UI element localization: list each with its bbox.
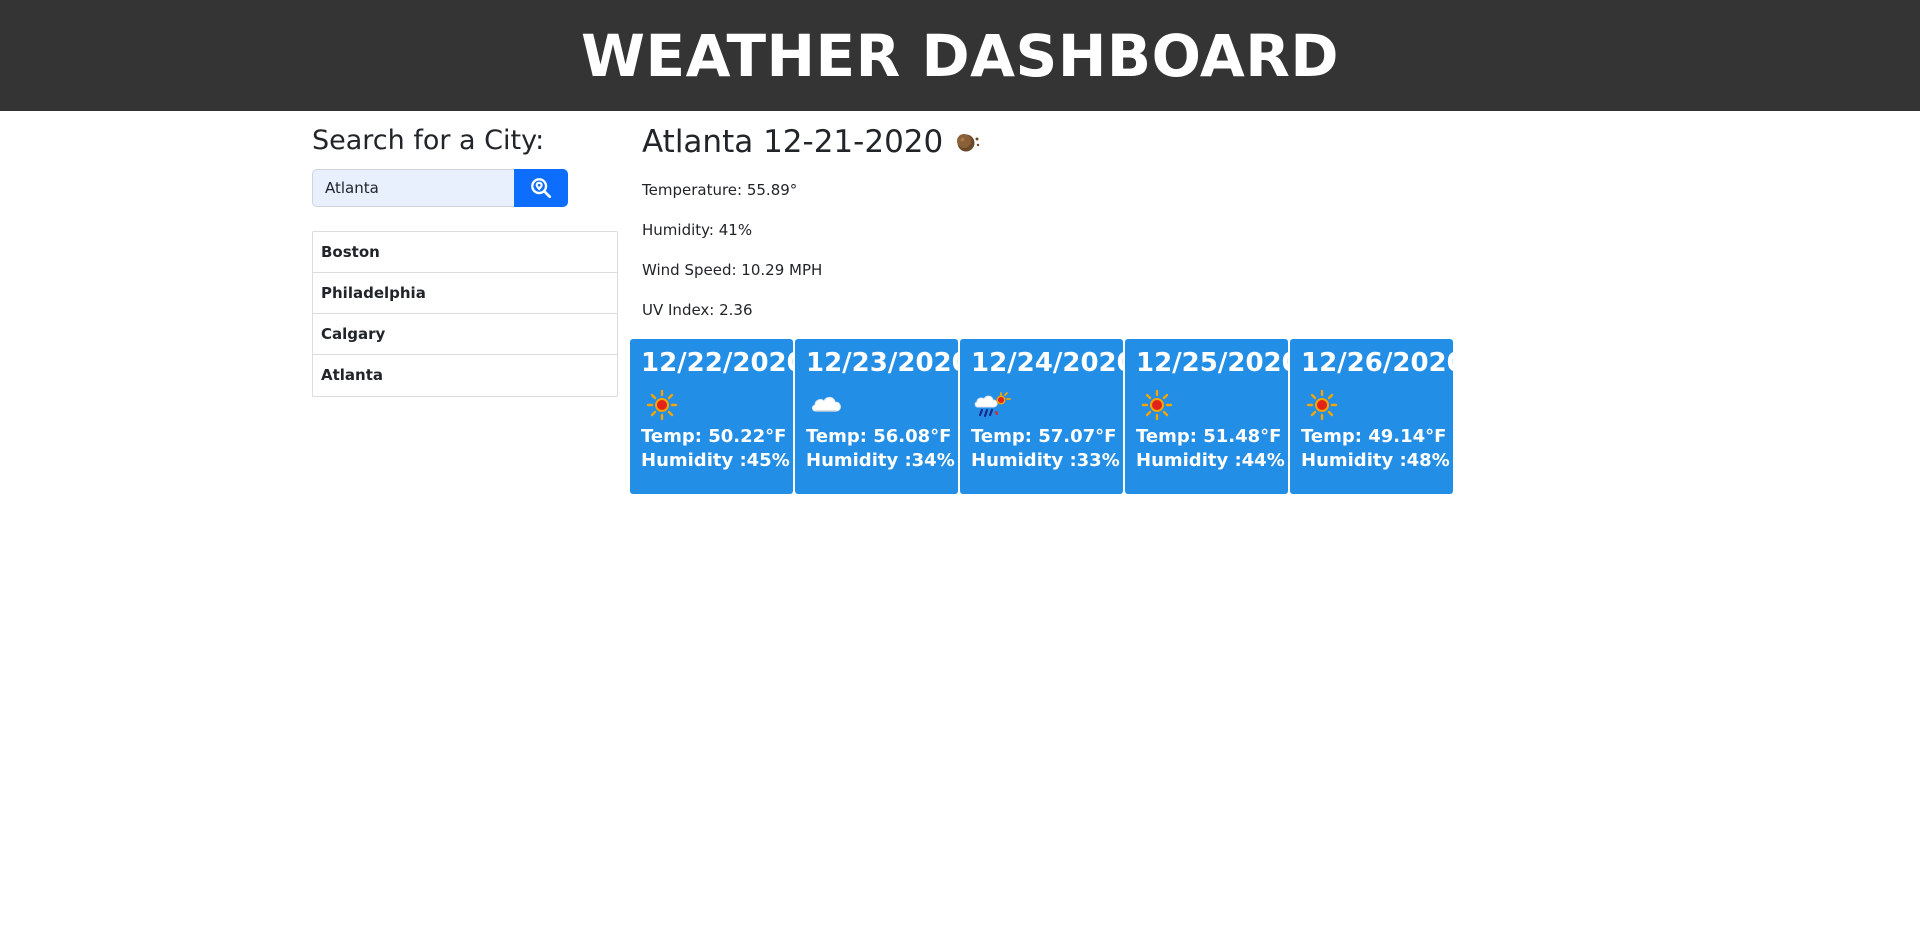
sun-icon	[1306, 389, 1338, 421]
current-weather-title: Atlanta 12-21-2020	[642, 121, 985, 163]
search-form	[312, 169, 568, 207]
city-date-heading: Atlanta 12-21-2020	[642, 124, 944, 160]
search-history-list: Boston Philadelphia Calgary Atlanta	[312, 231, 618, 397]
page-title: WEATHER DASHBOARD	[580, 21, 1340, 90]
forecast-date: 12/22/2020	[641, 348, 805, 378]
forecast-temp: Temp: 51.48°F	[1136, 426, 1282, 447]
forecast-date: 12/26/2020	[1301, 348, 1465, 378]
forecast-card: 12/26/2020 Temp: 49.14°F Humidity :48%	[1290, 339, 1465, 494]
night-clear-moon-icon	[955, 130, 985, 154]
current-temperature: Temperature: 55.89°	[642, 181, 798, 199]
forecast-humidity: Humidity :33%	[971, 450, 1120, 471]
forecast-temp: Temp: 56.08°F	[806, 426, 952, 447]
forecast-card: 12/22/2020 Temp: 50.22°F Humidity :45%	[630, 339, 805, 494]
forecast-date: 12/25/2020	[1136, 348, 1300, 378]
forecast-date: 12/23/2020	[806, 348, 970, 378]
rain-sun-icon	[974, 392, 1011, 418]
forecast-humidity: Humidity :44%	[1136, 450, 1285, 471]
app-header: WEATHER DASHBOARD	[0, 0, 1920, 111]
history-item-atlanta[interactable]: Atlanta	[313, 355, 617, 396]
five-day-forecast: 12/22/2020 Temp: 50.22°F Humidity :45% 1…	[630, 339, 1465, 494]
history-item-calgary[interactable]: Calgary	[313, 314, 617, 355]
cloud-icon	[812, 396, 841, 412]
sun-icon	[1141, 389, 1173, 421]
search-button[interactable]	[514, 169, 568, 207]
city-search-input[interactable]	[312, 169, 514, 207]
history-item-boston[interactable]: Boston	[313, 232, 617, 273]
forecast-card: 12/24/2020 Temp: 57.07°F Humidity :33%	[960, 339, 1135, 494]
search-heading: Search for a City:	[312, 125, 545, 156]
forecast-temp: Temp: 49.14°F	[1301, 426, 1447, 447]
search-sidebar: Search for a City: Boston Philadelphia C…	[312, 111, 618, 397]
forecast-humidity: Humidity :34%	[806, 450, 955, 471]
history-item-philadelphia[interactable]: Philadelphia	[313, 273, 617, 314]
forecast-date: 12/24/2020	[971, 348, 1135, 378]
forecast-card: 12/23/2020 Temp: 56.08°F Humidity :34%	[795, 339, 970, 494]
search-location-icon	[531, 178, 552, 199]
forecast-humidity: Humidity :48%	[1301, 450, 1450, 471]
sun-icon	[646, 389, 678, 421]
forecast-humidity: Humidity :45%	[641, 450, 790, 471]
current-humidity: Humidity: 41%	[642, 221, 753, 239]
forecast-temp: Temp: 57.07°F	[971, 426, 1117, 447]
forecast-temp: Temp: 50.22°F	[641, 426, 787, 447]
current-uv-index: UV Index: 2.36	[642, 301, 753, 319]
forecast-card: 12/25/2020 Temp: 51.48°F Humidity :44%	[1125, 339, 1300, 494]
current-wind-speed: Wind Speed: 10.29 MPH	[642, 261, 823, 279]
